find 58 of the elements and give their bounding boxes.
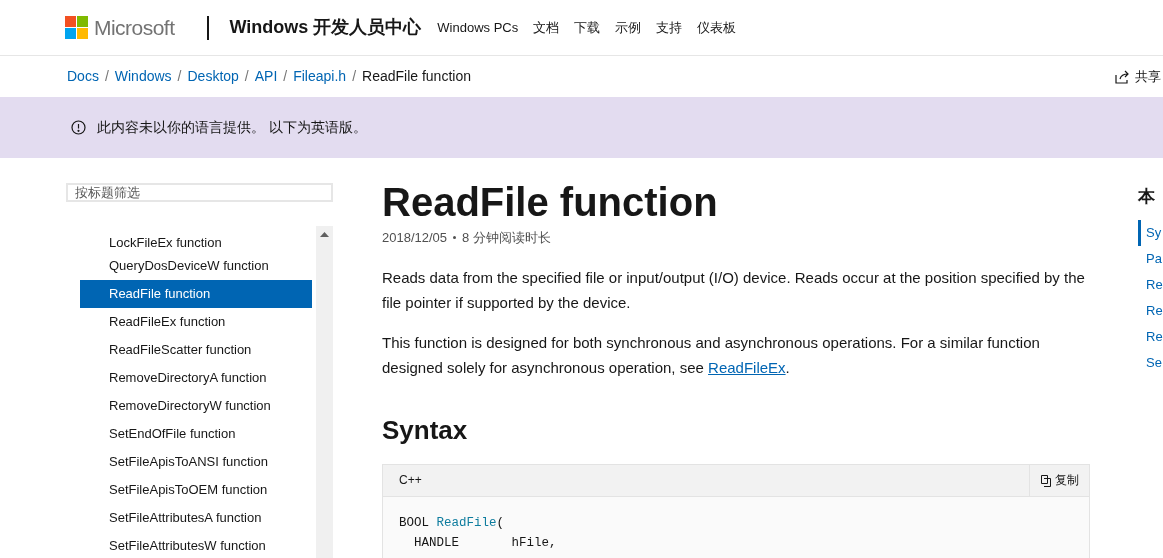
toc-item[interactable]: SetFileApisToANSI function	[80, 448, 312, 476]
site-title[interactable]: Windows 开发人员中心	[229, 14, 422, 41]
toc-link[interactable]: Se	[1138, 349, 1163, 376]
article-title: ReadFile function	[382, 179, 719, 226]
toc-heading: 本	[1138, 186, 1156, 208]
nav-link[interactable]: 支持	[656, 17, 683, 38]
article-paragraph: This function is designed for both synchronous and asynchronous operations. For a similar function designed solely for asynchronous operation, see ReadFileEx.	[382, 332, 1041, 378]
breadcrumb-separator: /	[104, 67, 109, 86]
breadcrumb-separator: /	[283, 67, 288, 86]
breadcrumb-separator: /	[177, 67, 182, 86]
breadcrumb-current: ReadFile function	[362, 67, 471, 86]
code-language: C++	[398, 472, 422, 489]
filter-field[interactable]: 按标题筛选	[66, 183, 333, 202]
read-time: 8 分钟阅读时长	[462, 229, 551, 247]
breadcrumb-link[interactable]: Desktop	[187, 66, 239, 87]
notice-text: 此内容未以你的语言提供。 以下为英语版。	[97, 118, 367, 137]
toc-link[interactable]: Sy	[1138, 219, 1163, 246]
scroll-up-icon[interactable]	[320, 232, 329, 237]
nav-link[interactable]: 下载	[574, 17, 601, 38]
toc-item[interactable]: ReadFileScatter function	[80, 336, 312, 364]
toc-item[interactable]: LockFileEx function	[80, 224, 312, 252]
share-icon	[1115, 69, 1130, 84]
toc-item[interactable]: SetEndOfFile function	[80, 420, 312, 448]
nav-link[interactable]: 示例	[615, 17, 642, 38]
nav-link[interactable]: 仪表板	[697, 17, 737, 38]
info-icon	[71, 120, 86, 135]
toc-item[interactable]: ReadFile function	[80, 280, 312, 308]
code-line: HANDLE hFile,	[413, 534, 558, 552]
scrollbar[interactable]	[316, 226, 333, 558]
toc-item[interactable]: RemoveDirectoryW function	[80, 392, 312, 420]
toc-link[interactable]: Re	[1138, 271, 1163, 298]
breadcrumb-link[interactable]: Docs	[67, 66, 99, 87]
code-line: BOOL ReadFile(	[399, 514, 506, 532]
toc-item[interactable]: SetFileApisToOEM function	[80, 476, 312, 504]
nav-link[interactable]: 文档	[533, 17, 560, 38]
toc-item[interactable]: SetFileAttributesW function	[80, 532, 312, 558]
breadcrumb-link[interactable]: API	[254, 66, 278, 87]
readfileex-link[interactable]: ReadFileEx	[708, 358, 786, 376]
logo-icon	[65, 16, 88, 39]
toc-item[interactable]: RemoveDirectoryA function	[80, 364, 312, 392]
breadcrumb-separator: /	[352, 67, 356, 86]
article-paragraph: Reads data from the specified file or input/output (I/O) device. Reads occur at the position specified by the file pointer if supported by the device.	[382, 267, 1086, 313]
toc-item[interactable]: QueryDosDeviceW function	[80, 252, 312, 280]
breadcrumb-separator: /	[244, 67, 249, 86]
nav-link[interactable]: Windows PCs	[437, 17, 519, 38]
copy-button[interactable]: 复制	[1029, 464, 1089, 496]
share-button[interactable]: 共享	[1115, 66, 1161, 87]
breadcrumb-link[interactable]: Windows	[114, 66, 172, 87]
section-heading: Syntax	[382, 413, 469, 446]
toc-link[interactable]: Re	[1138, 297, 1163, 324]
toc-item[interactable]: SetFileAttributesA function	[80, 504, 312, 532]
toc-item[interactable]: ReadFileEx function	[80, 308, 312, 336]
breadcrumb-link[interactable]: Fileapi.h	[293, 66, 347, 87]
brand-name[interactable]: Microsoft	[94, 11, 175, 44]
toc-link[interactable]: Re	[1138, 323, 1163, 350]
copy-icon	[1040, 473, 1052, 487]
article-date: 2018/12/05	[382, 229, 448, 247]
toc-link[interactable]: Pa	[1138, 245, 1163, 272]
